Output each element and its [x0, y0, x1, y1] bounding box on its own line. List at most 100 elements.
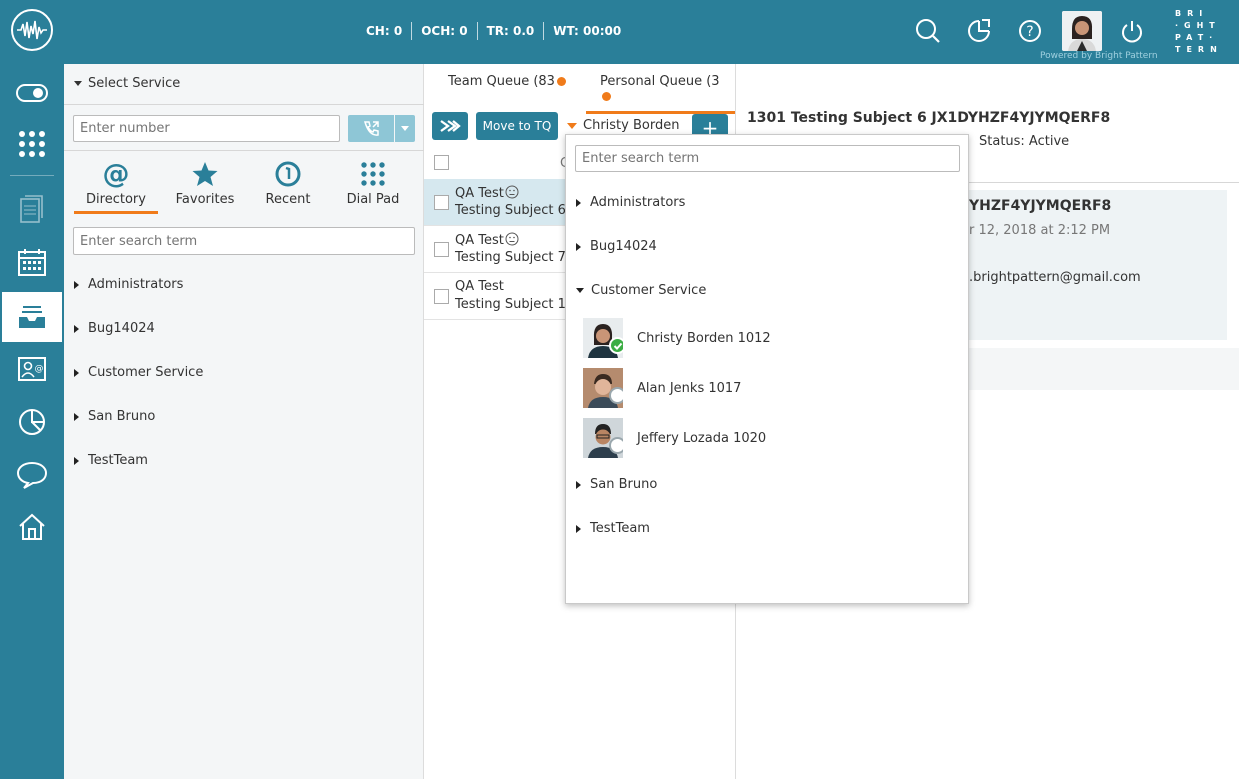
offline-status-icon — [609, 387, 623, 404]
directory-tabs: @ Directory Favorites Recent Dial Pad — [74, 159, 414, 219]
agent-item[interactable]: Alan Jenks 1017 — [583, 368, 741, 408]
tab-team-queue[interactable]: Team Queue (83 — [448, 74, 566, 89]
select-service-label: Select Service — [88, 76, 181, 91]
group-bug14024[interactable]: Bug14024 — [74, 321, 155, 336]
agent-photo — [583, 368, 623, 408]
caret-right-icon — [74, 456, 79, 465]
group-testteam[interactable]: TestTeam — [74, 453, 148, 468]
agent-selector[interactable]: Christy Borden — [567, 118, 679, 133]
agent-item[interactable]: Christy Borden 1012 — [583, 318, 771, 358]
caret-right-icon — [74, 324, 79, 333]
caret-right-icon — [576, 524, 581, 533]
documents-icon[interactable] — [0, 184, 64, 234]
search-icon[interactable] — [914, 17, 942, 45]
svg-text:?: ? — [1026, 24, 1033, 40]
agent-photo — [583, 418, 623, 458]
summary-email[interactable]: .brightpattern@gmail.com — [969, 270, 1141, 285]
call-options-dropdown[interactable] — [395, 115, 415, 142]
select-service-dropdown[interactable]: Select Service — [74, 76, 180, 91]
case-title: 1301 Testing Subject 6 JX1DYHZF4YJYMQERF… — [747, 110, 1111, 126]
group-administrators[interactable]: Administrators — [74, 277, 183, 292]
dialpad-grid-icon[interactable] — [0, 119, 64, 169]
agent-picker-dropdown: Administrators Bug14024 Customer Service… — [565, 134, 969, 604]
pie-chart-icon[interactable] — [0, 397, 64, 447]
caret-right-icon — [576, 242, 581, 251]
tab-dial-pad[interactable]: Dial Pad — [336, 159, 410, 207]
stat-tr: TR: 0.0 — [476, 22, 544, 40]
number-input[interactable] — [73, 115, 340, 142]
caret-down-icon — [74, 81, 82, 86]
caret-down-icon — [401, 126, 409, 131]
divider — [64, 104, 424, 105]
select-all-checkbox[interactable] — [434, 155, 449, 170]
caret-right-icon — [576, 480, 581, 489]
at-icon: @ — [74, 159, 158, 189]
stat-ch: CH: 0 — [366, 24, 403, 38]
summary-date: r 12, 2018 at 2:12 PM — [969, 223, 1111, 238]
caret-right-icon — [74, 280, 79, 289]
phone-icon — [364, 120, 379, 136]
agent-photo — [583, 318, 623, 358]
neutral-face-icon — [505, 185, 519, 199]
dd-group-testteam[interactable]: TestTeam — [576, 521, 650, 536]
dd-group-customer-service[interactable]: Customer Service — [576, 283, 706, 298]
summary-title: YHZF4YJYMQERF8 — [969, 198, 1112, 214]
dd-group-san-bruno[interactable]: San Bruno — [576, 477, 657, 492]
calendar-icon[interactable] — [0, 237, 64, 287]
row-checkbox[interactable] — [434, 242, 449, 257]
power-icon[interactable] — [1118, 17, 1146, 45]
svg-text:@: @ — [35, 364, 44, 374]
unread-dot — [602, 92, 611, 101]
directory-search-input[interactable] — [73, 227, 415, 255]
directory-panel: Select Service @ Directory Favorites Rec… — [64, 64, 424, 779]
chat-bubble-icon[interactable] — [0, 450, 64, 500]
group-san-bruno[interactable]: San Bruno — [74, 409, 155, 424]
agent-item[interactable]: Jeffery Lozada 1020 — [583, 418, 766, 458]
brand-logo: BRI ·GHT PAT· TERN — [1175, 9, 1223, 54]
tab-directory[interactable]: @ Directory — [74, 159, 158, 214]
move-to-tq-button[interactable]: Move to TQ — [476, 112, 558, 140]
divider — [64, 150, 424, 151]
group-customer-service[interactable]: Customer Service — [74, 365, 203, 380]
row-checkbox[interactable] — [434, 289, 449, 304]
top-bar: CH: 0 OCH: 0 TR: 0.0 WT: 00:00 ? Powered… — [0, 0, 1239, 64]
agent-stats: CH: 0 OCH: 0 TR: 0.0 WT: 00:00 — [360, 22, 630, 40]
app-root: CH: 0 OCH: 0 TR: 0.0 WT: 00:00 ? Powered… — [0, 0, 1239, 779]
status-icon[interactable] — [965, 17, 993, 45]
caret-right-icon — [74, 412, 79, 421]
inbox-icon[interactable] — [2, 292, 62, 342]
waveform-logo-icon[interactable] — [11, 9, 53, 51]
tab-favorites[interactable]: Favorites — [168, 159, 242, 207]
offline-status-icon — [609, 437, 623, 454]
tab-recent[interactable]: Recent — [256, 159, 320, 207]
tab-personal-queue[interactable]: Personal Queue (3 — [586, 74, 735, 114]
unread-dot — [556, 77, 566, 86]
recent-icon — [256, 159, 320, 189]
row-checkbox[interactable] — [434, 195, 449, 210]
toggle-icon[interactable] — [0, 68, 64, 118]
agent-avatar[interactable] — [1062, 11, 1102, 51]
agent-search-input[interactable] — [575, 145, 960, 172]
dialpad-icon — [336, 159, 410, 189]
caret-right-icon — [74, 368, 79, 377]
stat-och: OCH: 0 — [411, 22, 476, 40]
forward-button[interactable] — [432, 112, 468, 140]
home-icon[interactable] — [0, 502, 64, 552]
dd-group-bug14024[interactable]: Bug14024 — [576, 239, 657, 254]
nav-divider — [10, 175, 54, 176]
caret-right-icon — [576, 198, 581, 207]
dd-group-administrators[interactable]: Administrators — [576, 195, 685, 210]
case-status: Status: Active — [979, 134, 1070, 149]
caret-down-icon — [576, 288, 584, 293]
left-nav: @ — [0, 64, 64, 779]
contact-card-icon[interactable]: @ — [0, 344, 64, 394]
star-icon — [168, 159, 242, 189]
powered-by-label: Powered by Bright Pattern — [1040, 51, 1158, 61]
svg-text:@: @ — [103, 160, 130, 188]
ready-status-icon — [609, 337, 623, 354]
neutral-face-icon — [505, 232, 519, 246]
stat-wt: WT: 00:00 — [543, 22, 630, 40]
fast-forward-icon — [440, 120, 461, 132]
call-button[interactable] — [348, 115, 394, 142]
help-icon[interactable]: ? — [1016, 17, 1044, 45]
